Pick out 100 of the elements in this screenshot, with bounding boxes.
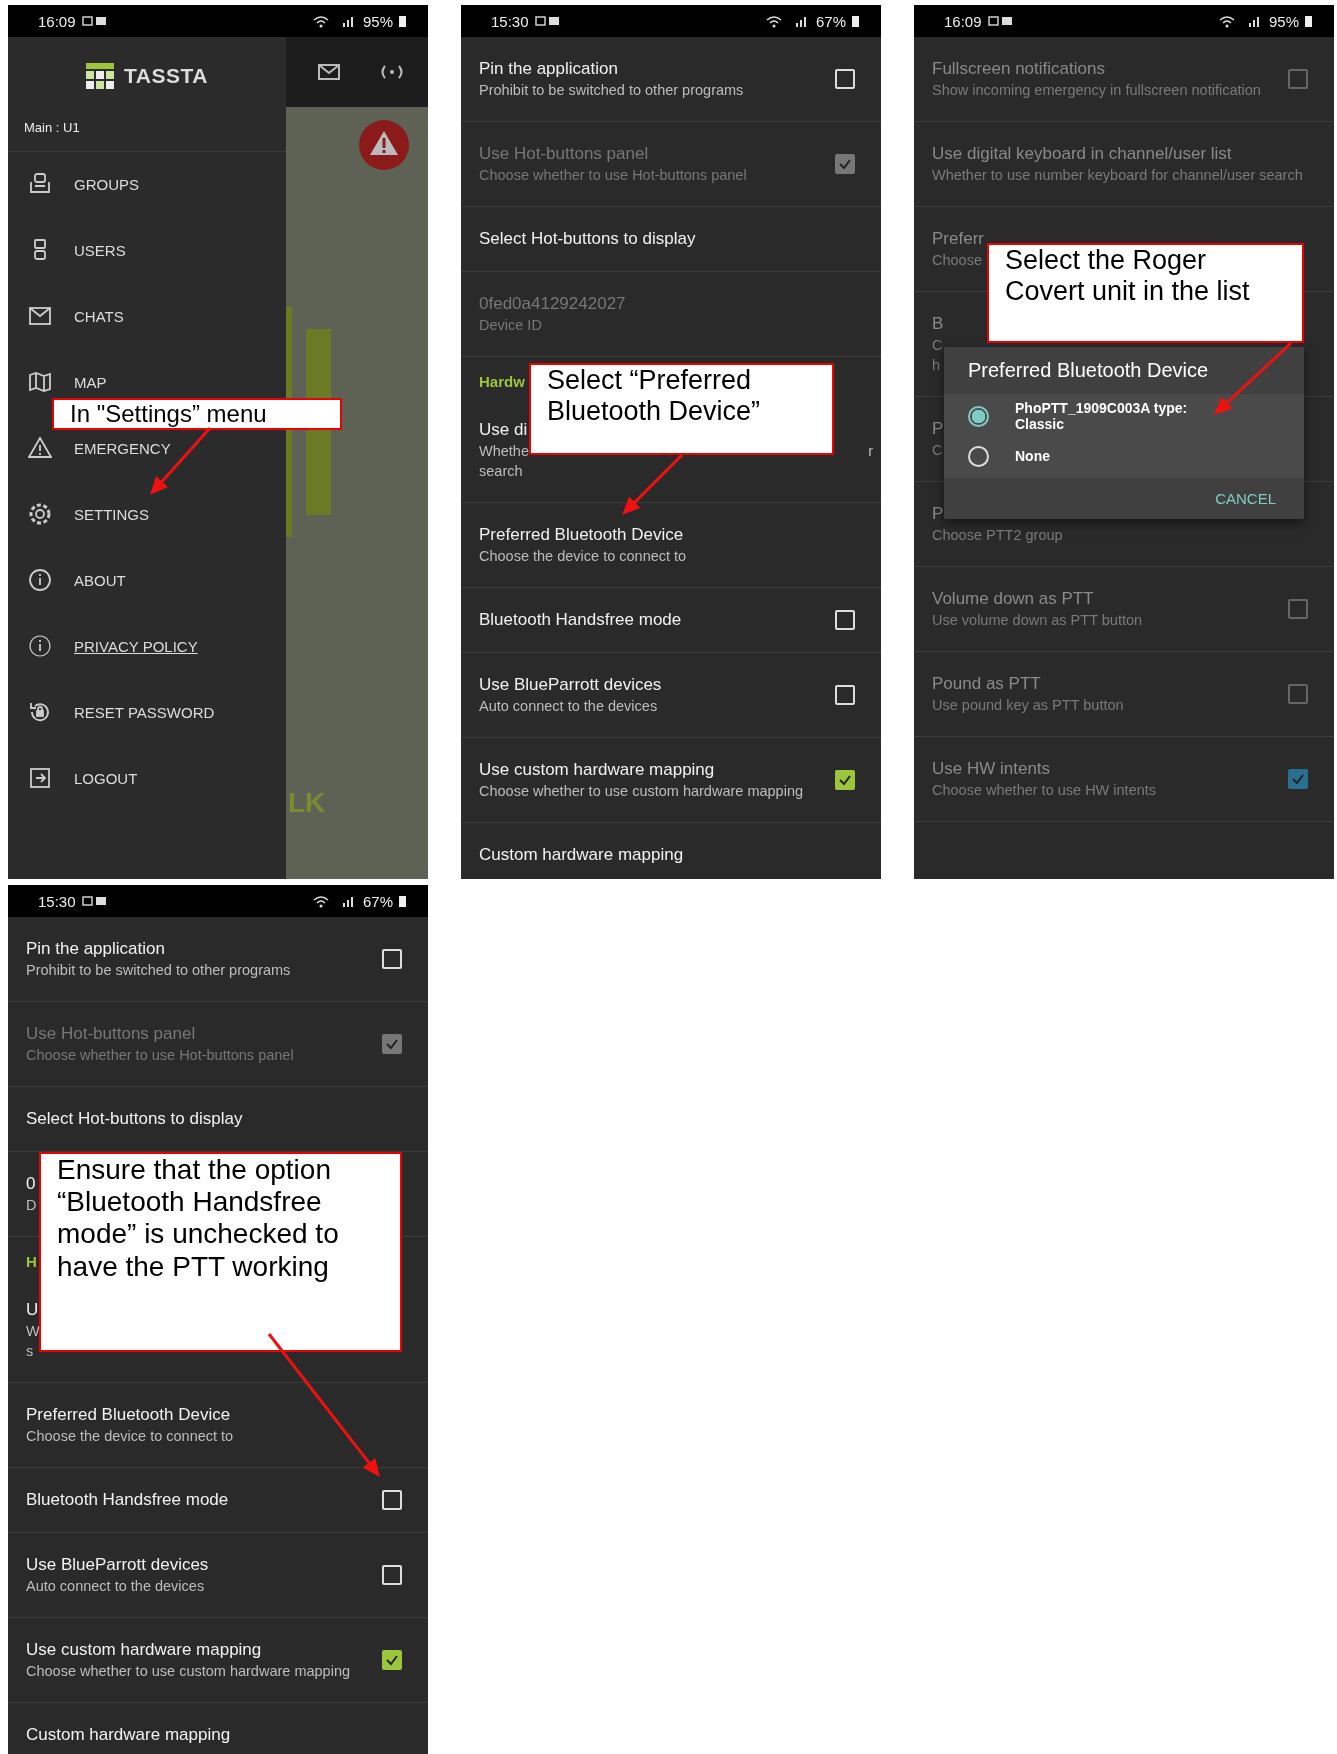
radio-button[interactable] bbox=[968, 445, 989, 467]
broadcast-icon[interactable] bbox=[380, 64, 404, 80]
status-time: 16:09 bbox=[944, 12, 982, 30]
setting-title: Custom hardware mapping bbox=[479, 844, 684, 866]
checkbox[interactable] bbox=[1288, 69, 1308, 89]
setting-title: P bbox=[932, 418, 944, 440]
settings-row[interactable]: Pound as PTT Use pound key as PTT button bbox=[914, 652, 1334, 737]
settings-row[interactable]: Use custom hardware mapping Choose whether to use custom hardware mapping bbox=[8, 1618, 428, 1703]
checkbox[interactable] bbox=[1288, 684, 1308, 704]
device-option[interactable]: PhoPTT_1909C003A type: Classic bbox=[944, 396, 1304, 436]
mail-icon[interactable] bbox=[318, 64, 340, 80]
setting-title: B bbox=[932, 313, 944, 335]
checkbox[interactable] bbox=[382, 1650, 402, 1670]
setting-title: Pound as PTT bbox=[932, 673, 1041, 695]
notification-icons bbox=[534, 15, 561, 27]
radio-button[interactable] bbox=[968, 405, 989, 427]
settings-row[interactable]: Use custom hardware mapping Choose whether to use custom hardware mapping bbox=[461, 738, 881, 823]
info-icon bbox=[28, 568, 52, 592]
map-icon bbox=[28, 370, 52, 394]
setting-title: Use digital keyboard in channel/user list bbox=[932, 143, 1232, 165]
setting-description: Choose whether to use Hot-buttons panel bbox=[26, 1046, 294, 1065]
setting-title: Preferred Bluetooth Device bbox=[479, 524, 684, 546]
setting-title: Select Hot-buttons to display bbox=[479, 228, 696, 250]
setting-description: Choose the device to connect to bbox=[26, 1427, 234, 1446]
battery-level: 95% bbox=[1268, 12, 1299, 30]
setting-title: P bbox=[932, 503, 944, 525]
battery-level: 67% bbox=[815, 12, 846, 30]
setting-title: U bbox=[26, 1299, 39, 1321]
settings-row[interactable]: Use BlueParrott devices Auto connect to the devices bbox=[8, 1533, 428, 1618]
setting-title: Bluetooth Handsfree mode bbox=[479, 609, 682, 631]
battery-level: 67% bbox=[362, 892, 393, 910]
checkbox[interactable] bbox=[835, 770, 855, 790]
menu-item[interactable]: EMERGENCY bbox=[8, 432, 286, 464]
setting-title: Use custom hardware mapping bbox=[479, 759, 715, 781]
battery-icon bbox=[1305, 15, 1312, 27]
category-header: H bbox=[26, 1253, 37, 1270]
setting-title: 0fed0a4129242027 bbox=[479, 293, 626, 315]
menu-item[interactable]: ABOUT bbox=[8, 564, 286, 596]
settings-row[interactable]: Pin the application Prohibit to be switched to other programs bbox=[8, 917, 428, 1002]
cancel-button[interactable]: CANCEL bbox=[1207, 482, 1284, 515]
option-label: PhoPTT_1909C003A type: Classic bbox=[1015, 400, 1189, 432]
menu-item[interactable]: CHATS bbox=[8, 300, 286, 332]
menu-item[interactable]: SETTINGS bbox=[8, 498, 286, 530]
annotation-callout: In "Settings” menu bbox=[52, 398, 342, 430]
setting-title: Use custom hardware mapping bbox=[26, 1639, 262, 1661]
setting-description: D bbox=[26, 1196, 37, 1215]
settings-row[interactable]: Use HW intents Choose whether to use HW intents bbox=[914, 737, 1334, 822]
menu-item[interactable]: MAP bbox=[8, 366, 286, 398]
setting-description: Choose whether to use custom hardware mapping bbox=[26, 1662, 350, 1681]
setting-description: h bbox=[932, 356, 941, 375]
annotation-callout: Select “Preferred Bluetooth Device” bbox=[529, 363, 834, 455]
device-option[interactable]: None bbox=[944, 436, 1304, 476]
emergency-button-icon[interactable] bbox=[358, 119, 410, 171]
setting-description: Show incoming emergency in fullscreen notification bbox=[932, 81, 1261, 100]
setting-description: Whether to use number keyboard for channel/user search bbox=[932, 166, 1303, 185]
setting-description: Whethe bbox=[479, 442, 529, 461]
setting-title: Select Hot-buttons to display bbox=[26, 1108, 243, 1130]
settings-row[interactable]: Select Hot-buttons to display bbox=[461, 207, 881, 272]
setting-description: search bbox=[479, 462, 523, 481]
battery-icon bbox=[399, 895, 406, 907]
setting-description: Use volume down as PTT button bbox=[932, 611, 1143, 630]
pointer-arrow bbox=[622, 453, 684, 515]
setting-title: Volume down as PTT bbox=[932, 588, 1094, 610]
settings-row[interactable]: Pin the application Prohibit to be switched to other programs bbox=[461, 37, 881, 122]
annotation-callout: Select the Roger Covert unit in the list bbox=[987, 243, 1304, 343]
setting-title: Use di bbox=[479, 419, 528, 441]
annotation-callout: Ensure that the option “Bluetooth Handsfree mode” is unchecked to have the PTT working bbox=[39, 1152, 402, 1352]
setting-description: Choose whether to use HW intents bbox=[932, 781, 1157, 800]
menu-item[interactable]: GROUPS bbox=[8, 168, 286, 200]
checkbox[interactable] bbox=[1288, 599, 1308, 619]
setting-title: Bluetooth Handsfree mode bbox=[26, 1489, 229, 1511]
setting-title: Use Hot-buttons panel bbox=[26, 1023, 196, 1045]
settings-row[interactable]: Custom hardware mapping bbox=[8, 1703, 428, 1754]
menu-item[interactable]: LOGOUT bbox=[8, 762, 286, 794]
notification-icons bbox=[81, 895, 108, 907]
settings-row[interactable]: Bluetooth Handsfree mode bbox=[461, 588, 881, 653]
category-header: Hardw bbox=[479, 373, 525, 390]
menu-item[interactable]: PRIVACY POLICY bbox=[8, 630, 286, 662]
settings-row[interactable]: Use BlueParrott devices Auto connect to the devices bbox=[461, 653, 881, 738]
checkbox[interactable] bbox=[1288, 769, 1308, 789]
logout-icon bbox=[28, 766, 52, 790]
settings-row[interactable]: Custom hardware mapping bbox=[461, 823, 881, 879]
menu-item[interactable]: RESET PASSWORD bbox=[8, 696, 286, 728]
brand-name: TASSTA bbox=[124, 64, 208, 88]
warning-icon bbox=[28, 436, 52, 460]
status-time: 15:30 bbox=[491, 12, 529, 30]
setting-description: r bbox=[868, 442, 873, 461]
setting-description: C bbox=[932, 336, 943, 355]
logo-icon bbox=[86, 63, 115, 89]
menu-item[interactable]: USERS bbox=[8, 234, 286, 266]
battery-icon bbox=[399, 15, 406, 27]
settings-row[interactable]: Fullscreen notifications Show incoming emergency in fullscreen notification bbox=[914, 37, 1334, 122]
settings-row[interactable]: Volume down as PTT Use volume down as PTT button bbox=[914, 567, 1334, 652]
setting-description: Choose whether to use Hot-buttons panel bbox=[479, 166, 747, 185]
settings-row[interactable]: Use digital keyboard in channel/user list Whether to use number keyboard for channel/user search bbox=[914, 122, 1334, 207]
setting-title: Use BlueParrott devices bbox=[26, 1554, 209, 1576]
setting-title: Fullscreen notifications bbox=[932, 58, 1105, 80]
settings-icon bbox=[28, 502, 52, 526]
setting-description: Use pound key as PTT button bbox=[932, 696, 1124, 715]
dialog-title: Preferred Bluetooth Device bbox=[968, 359, 1209, 381]
